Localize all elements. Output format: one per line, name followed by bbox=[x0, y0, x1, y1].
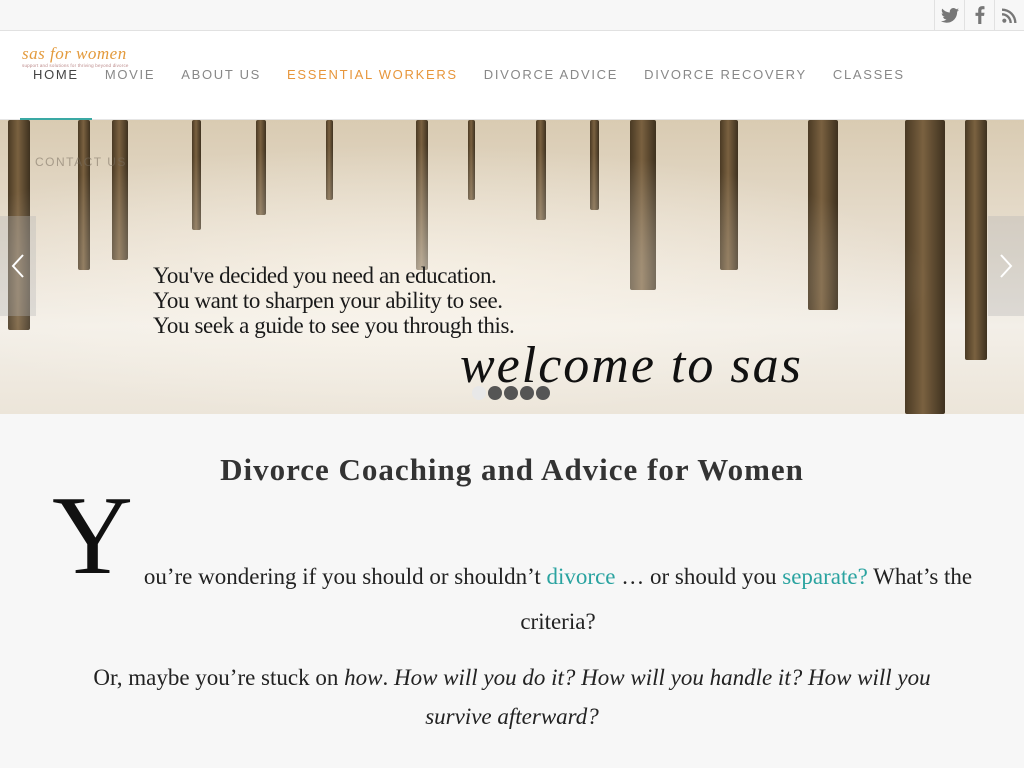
dropcap: Y bbox=[52, 474, 133, 598]
nav-overflow-item[interactable]: CONTACT US bbox=[35, 155, 127, 169]
para-text: . bbox=[382, 665, 394, 690]
nav-item-label: DIVORCE RECOVERY bbox=[644, 67, 807, 82]
nav-item-divorce-recovery[interactable]: DIVORCE RECOVERY bbox=[631, 31, 820, 120]
hero-caption: You've decided you need an education. Yo… bbox=[153, 263, 515, 338]
hero-line: You seek a guide to see you through this… bbox=[153, 313, 515, 338]
slider-dots bbox=[472, 386, 550, 400]
slider-dot[interactable] bbox=[472, 386, 486, 400]
nav-item-about-us[interactable]: ABOUT US bbox=[168, 31, 274, 120]
site-header: HOME MOVIE ABOUT US ESSENTIAL WORKERS DI… bbox=[0, 31, 1024, 121]
nav-item-label: CLASSES bbox=[832, 67, 905, 82]
main-nav: HOME MOVIE ABOUT US ESSENTIAL WORKERS DI… bbox=[20, 31, 918, 121]
site-logo[interactable]: sas for women support and solutions for … bbox=[22, 45, 147, 71]
nav-item-divorce-advice[interactable]: DIVORCE ADVICE bbox=[471, 31, 631, 120]
twitter-icon[interactable] bbox=[934, 0, 964, 30]
nav-item-essential-workers[interactable]: ESSENTIAL WORKERS bbox=[274, 31, 471, 120]
page-title: Divorce Coaching and Advice for Women bbox=[220, 452, 804, 487]
intro-paragraph: ou’re wondering if you should or shouldn… bbox=[138, 554, 978, 644]
logo-text: sas for women bbox=[22, 44, 127, 63]
nav-item-label: DIVORCE ADVICE bbox=[483, 67, 619, 82]
hero-line: You've decided you need an education. bbox=[153, 263, 497, 288]
nav-item-label: ABOUT US bbox=[181, 67, 262, 82]
hero-slider: CONTACT US You've decided you need an ed… bbox=[0, 120, 1024, 414]
para-text: Or, maybe you’re stuck on bbox=[93, 665, 345, 690]
intro-text: ou’re wondering if you should or shouldn… bbox=[143, 564, 547, 589]
chevron-left-icon bbox=[11, 254, 24, 278]
slider-prev-button[interactable] bbox=[0, 216, 36, 316]
divorce-link[interactable]: divorce bbox=[547, 564, 616, 589]
intro-text: … or should you bbox=[615, 564, 783, 589]
nav-item-label: ESSENTIAL WORKERS bbox=[287, 67, 458, 82]
slider-dot[interactable] bbox=[504, 386, 518, 400]
separate-link[interactable]: separate? bbox=[782, 564, 868, 589]
slider-next-button[interactable] bbox=[988, 216, 1024, 316]
logo-tagline: support and solutions for thriving beyon… bbox=[22, 63, 129, 68]
rss-icon[interactable] bbox=[994, 0, 1024, 30]
chevron-right-icon bbox=[1000, 254, 1013, 278]
para-emphasis: how bbox=[344, 665, 383, 690]
hero-line: You want to sharpen your ability to see. bbox=[153, 288, 503, 313]
slider-dot[interactable] bbox=[488, 386, 502, 400]
facebook-icon[interactable] bbox=[964, 0, 994, 30]
slider-dot[interactable] bbox=[520, 386, 534, 400]
nav-item-classes[interactable]: CLASSES bbox=[820, 31, 918, 120]
slider-dot[interactable] bbox=[536, 386, 550, 400]
para-emphasis: How will you do it? How will you handle … bbox=[393, 665, 931, 729]
social-links bbox=[934, 0, 1024, 30]
top-bar bbox=[0, 0, 1024, 31]
second-paragraph: Or, maybe you’re stuck on how. How will … bbox=[60, 658, 964, 736]
main-content: Divorce Coaching and Advice for Women Y … bbox=[0, 414, 1024, 768]
